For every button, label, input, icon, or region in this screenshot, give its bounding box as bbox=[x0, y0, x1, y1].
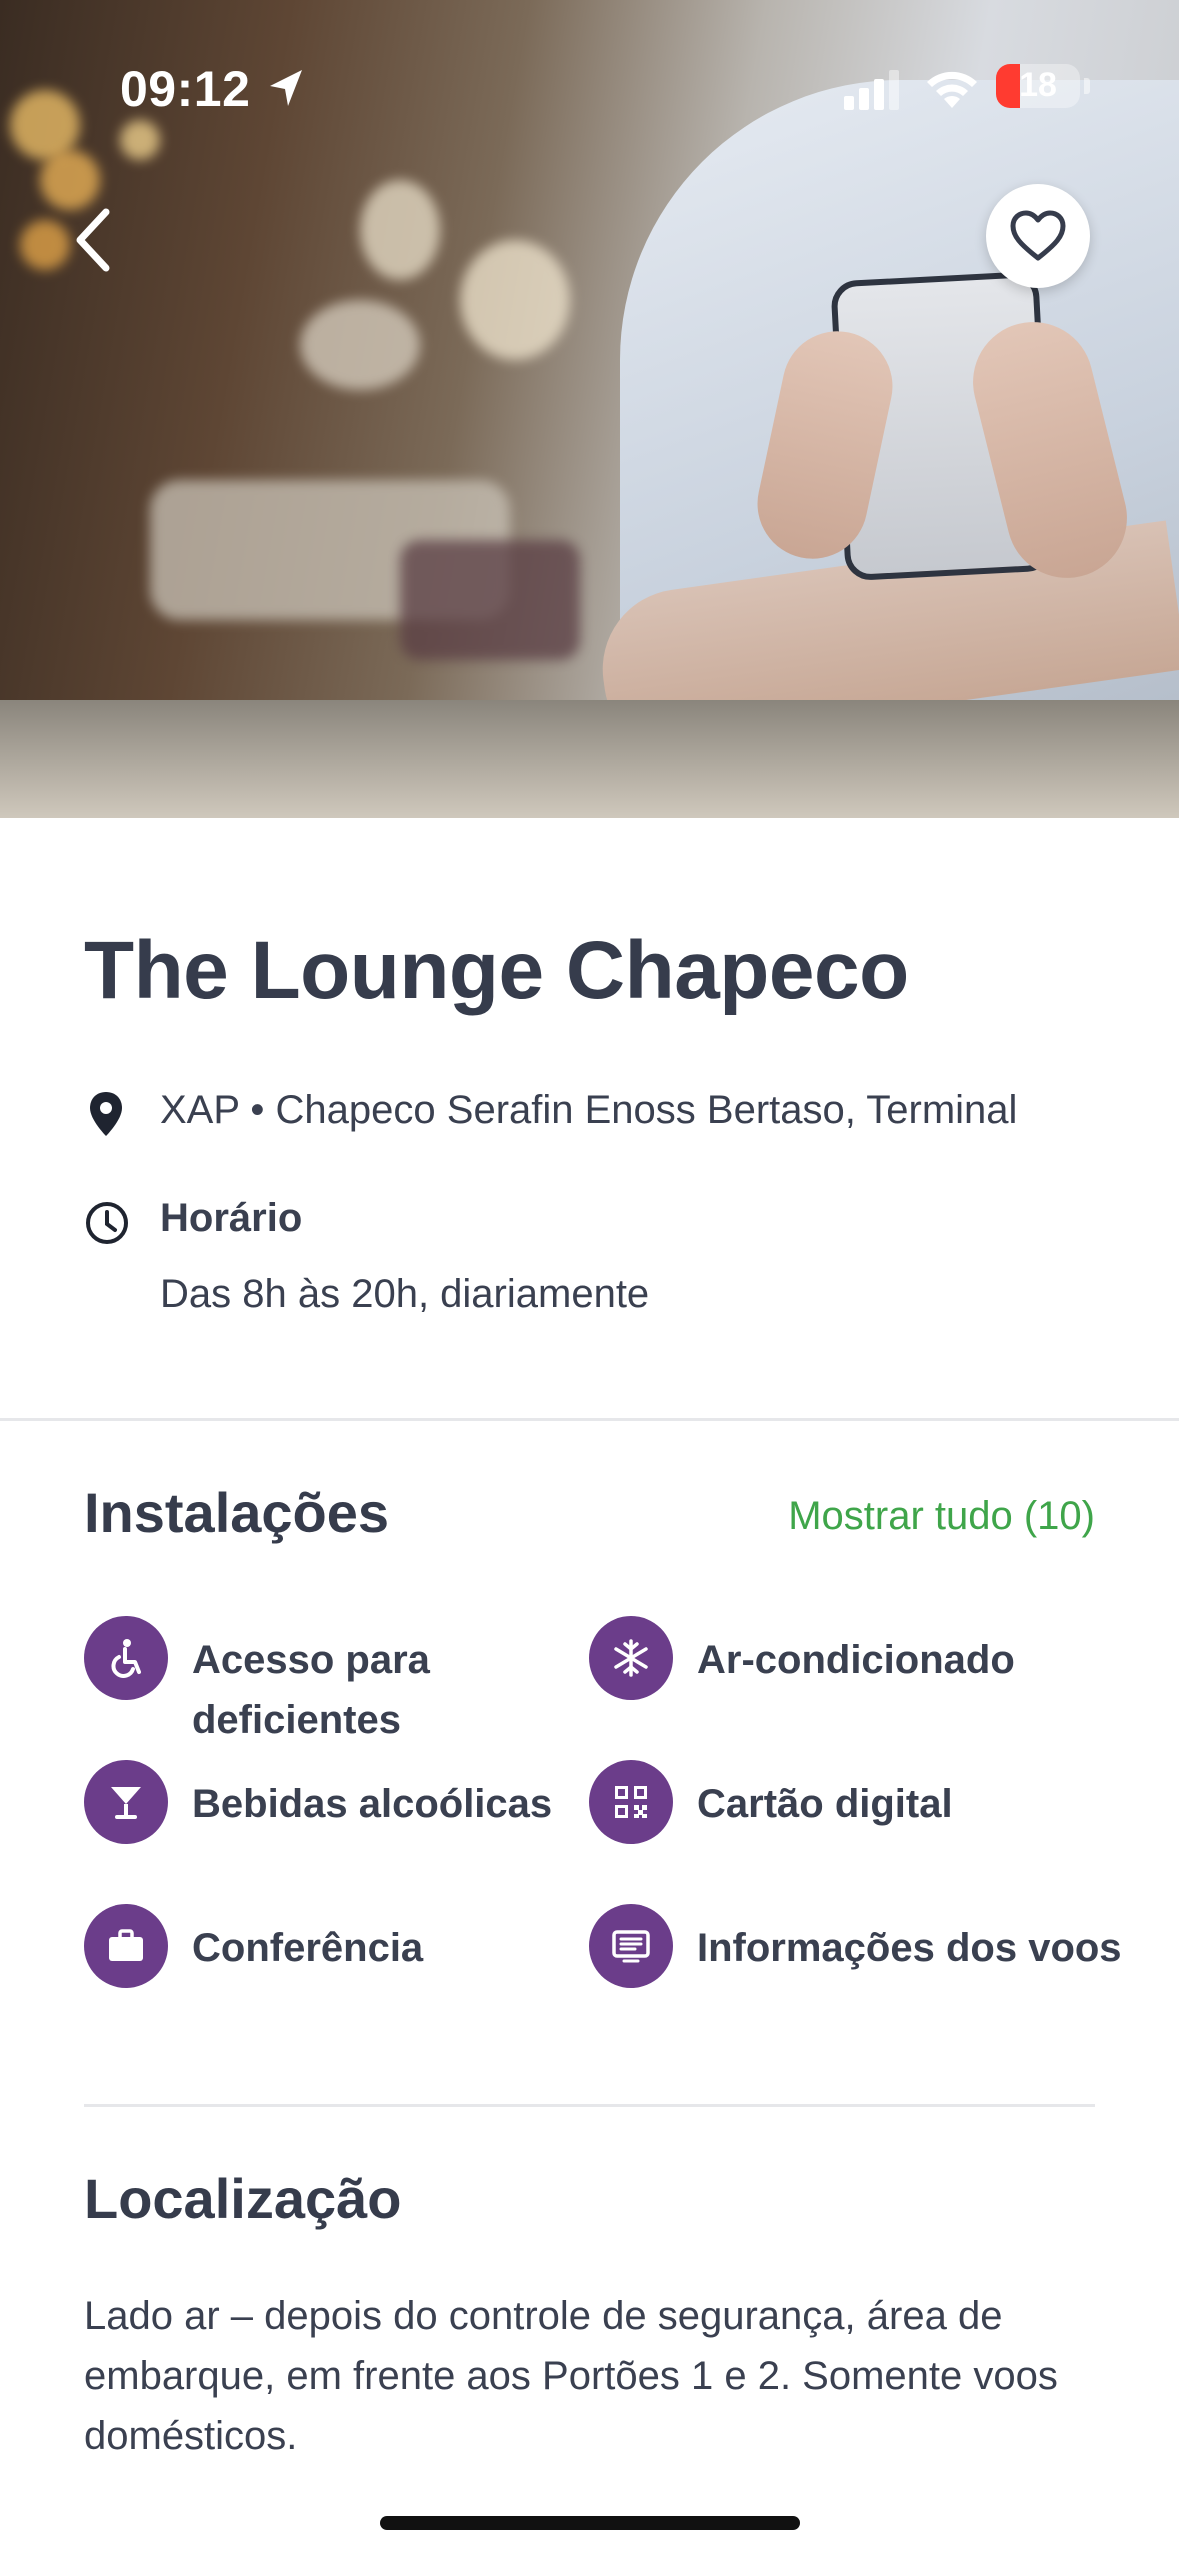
show-all-facilities-link[interactable]: Mostrar tudo (10) bbox=[788, 1494, 1095, 1539]
cellular-signal-icon bbox=[844, 70, 899, 110]
wheelchair-icon bbox=[84, 1616, 168, 1700]
qr-code-icon bbox=[589, 1760, 673, 1844]
back-button[interactable] bbox=[62, 200, 132, 280]
wifi-icon bbox=[927, 71, 977, 108]
amenity-label: Ar-condicionado bbox=[697, 1638, 1015, 1682]
status-bar: 09:12 18 bbox=[0, 60, 1179, 120]
snowflake-icon bbox=[589, 1616, 673, 1700]
monitor-icon bbox=[589, 1904, 673, 1988]
map-pin-icon bbox=[90, 1092, 122, 1136]
hours-label: Horário bbox=[160, 1196, 303, 1240]
chevron-left-icon bbox=[76, 208, 110, 272]
location-title: Localização bbox=[84, 2167, 402, 2230]
location-arrow-icon bbox=[270, 70, 302, 106]
amenity-label: Informações dos voos bbox=[697, 1926, 1122, 1970]
status-time: 09:12 bbox=[120, 61, 251, 117]
briefcase-icon bbox=[84, 1904, 168, 1988]
section-divider bbox=[0, 1418, 1179, 1421]
lounge-address: XAP • Chapeco Serafin Enoss Bertaso, Ter… bbox=[160, 1088, 1018, 1132]
cocktail-icon bbox=[84, 1760, 168, 1844]
battery-icon: 18 bbox=[996, 64, 1080, 108]
home-indicator[interactable] bbox=[380, 2516, 800, 2530]
section-divider bbox=[84, 2104, 1095, 2107]
heart-icon bbox=[1010, 210, 1066, 261]
battery-level: 18 bbox=[1019, 66, 1057, 104]
hero-image bbox=[0, 0, 1179, 818]
amenity-label: Conferência bbox=[192, 1926, 424, 1970]
amenity-label: Bebidas alcoólicas bbox=[192, 1782, 553, 1826]
clock-icon bbox=[86, 1202, 128, 1244]
amenity-label: Acesso para deficientes bbox=[192, 1638, 430, 1742]
hours-value: Das 8h às 20h, diariamente bbox=[160, 1272, 650, 1316]
favorite-button[interactable] bbox=[986, 184, 1090, 288]
amenity-label: Cartão digital bbox=[697, 1782, 953, 1826]
facilities-title: Instalações bbox=[84, 1481, 390, 1544]
page-title: The Lounge Chapeco bbox=[84, 925, 909, 1016]
location-description: Lado ar – depois do controle de seguranç… bbox=[84, 2294, 1058, 2458]
